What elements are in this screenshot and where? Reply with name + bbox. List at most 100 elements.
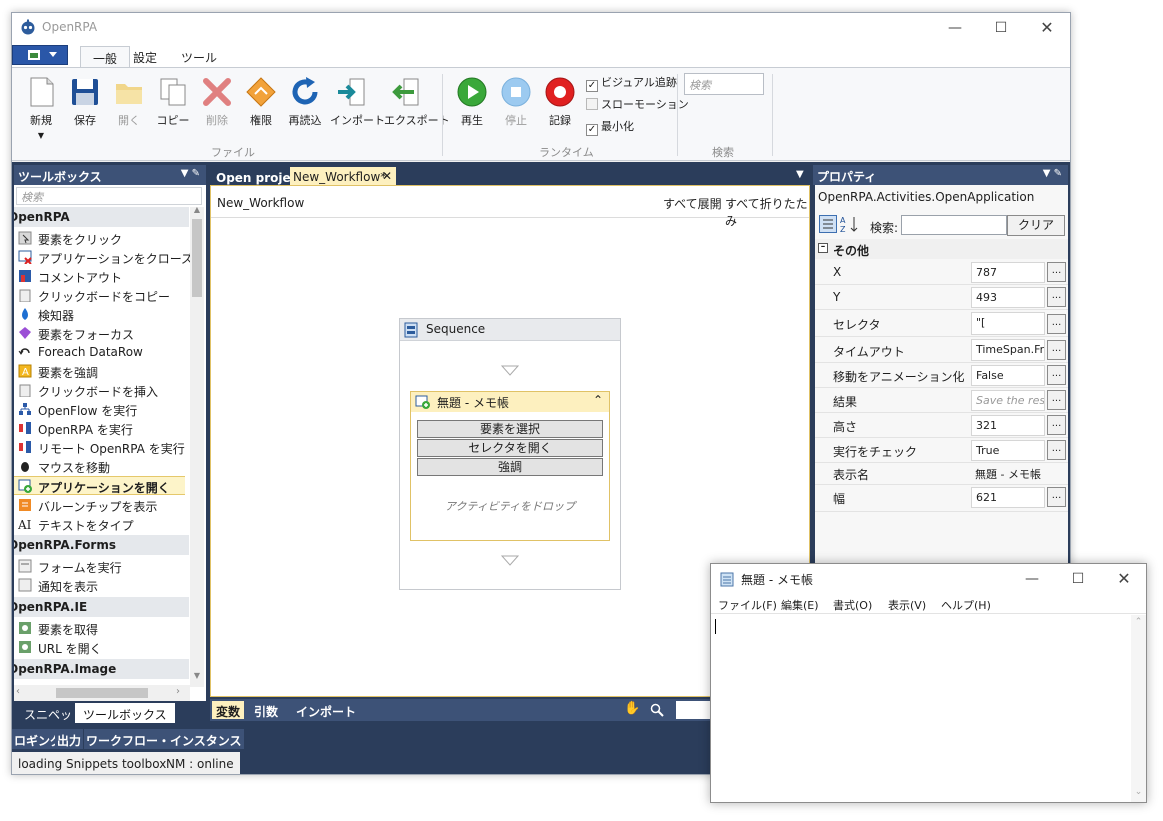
tab-workflow-instances[interactable]: ワークフロー・インスタンス xyxy=(84,729,244,749)
open-selector-button[interactable]: セレクタを開く xyxy=(417,439,603,457)
sequence-activity[interactable]: Sequence 無題 - メモ帳 ⌃ 要素を選択 セレクタを開く 強調 アクテ… xyxy=(399,318,621,590)
open-button[interactable]: 開く xyxy=(107,76,151,128)
toolbox-item[interactable]: 要素をクリック xyxy=(18,229,189,248)
zoom-search-icon[interactable] xyxy=(650,703,664,717)
slow-motion-checkbox[interactable]: スローモーション xyxy=(586,96,689,112)
breadcrumb[interactable]: New_Workflow xyxy=(217,196,304,210)
property-ellipsis-button[interactable]: ... xyxy=(1047,415,1066,435)
category-ie[interactable]: OpenRPA.IE xyxy=(14,597,189,617)
delete-button[interactable]: 削除 xyxy=(195,76,239,128)
toolbox-item[interactable]: 要素をフォーカス xyxy=(18,324,189,343)
toolbox-item[interactable]: OpenRPA を実行 xyxy=(18,419,189,438)
property-value-input[interactable]: 493 xyxy=(971,287,1045,308)
property-ellipsis-button[interactable]: ... xyxy=(1047,262,1066,282)
toolbox-horizontal-scrollbar[interactable]: ‹ › xyxy=(14,685,190,701)
property-value-input[interactable]: 787 xyxy=(971,262,1045,283)
record-button[interactable]: 記録 xyxy=(538,76,582,128)
toolbox-item[interactable]: アプリケーションをクローズ xyxy=(18,248,193,267)
save-button[interactable]: 保存 xyxy=(63,76,107,128)
pin-icon[interactable]: ▼ ✎ xyxy=(181,168,200,179)
toolbox-item[interactable]: 通知を表示 xyxy=(18,576,189,595)
import-button[interactable]: インポート xyxy=(330,76,385,128)
property-ellipsis-button[interactable]: ... xyxy=(1047,365,1066,385)
property-ellipsis-button[interactable]: ... xyxy=(1047,390,1066,410)
property-value-input[interactable]: True xyxy=(971,440,1045,461)
ribbon-search-input[interactable]: 検索 xyxy=(684,73,764,95)
scroll-up-icon[interactable]: ⌃ xyxy=(1131,617,1146,627)
minimize-button[interactable]: — xyxy=(932,13,978,43)
property-value-input[interactable]: False xyxy=(971,365,1045,386)
permission-button[interactable]: 権限 xyxy=(239,76,283,128)
toolbox-item[interactable]: URL を開く xyxy=(18,638,189,657)
close-tab-icon[interactable]: ✕ xyxy=(382,169,392,183)
menu-format[interactable]: 書式(O) xyxy=(833,597,872,613)
scroll-left-icon[interactable]: ‹ xyxy=(16,686,20,697)
visual-tracking-checkbox[interactable]: ✓ ビジュアル追跡 xyxy=(586,74,677,92)
close-button[interactable]: ✕ xyxy=(1024,13,1070,43)
category-forms[interactable]: OpenRPA.Forms xyxy=(14,535,189,555)
open-application-activity[interactable]: 無題 - メモ帳 ⌃ 要素を選択 セレクタを開く 強調 アクティビティをドロップ xyxy=(410,391,610,541)
export-button[interactable]: エクスポート xyxy=(384,76,450,128)
toolbox-item[interactable]: バルーンチップを表示 xyxy=(18,496,189,515)
pan-hand-icon[interactable]: ✋ xyxy=(624,701,640,716)
toolbox-item[interactable]: Foreach DataRow xyxy=(18,343,189,362)
collapse-chevron-icon[interactable]: ⌃ xyxy=(593,393,603,407)
sort-alphabetical-icon[interactable]: AZ xyxy=(840,215,860,233)
tab-settings[interactable]: 設定 xyxy=(121,46,169,68)
menu-help[interactable]: ヘルプ(H) xyxy=(941,597,991,613)
toolbox-item[interactable]: AI テキストをタイプ xyxy=(18,515,189,534)
property-value-input[interactable]: 321 xyxy=(971,415,1045,436)
tab-variables[interactable]: 変数 xyxy=(212,701,244,719)
property-value-input[interactable]: "[ xyxy=(971,312,1045,335)
select-element-button[interactable]: 要素を選択 xyxy=(417,420,603,438)
reload-button[interactable]: 再読込 xyxy=(283,76,327,128)
toolbox-item[interactable]: OpenFlow を実行 xyxy=(18,400,189,419)
collapse-all-link[interactable]: すべて折りたたみ xyxy=(725,195,809,229)
toolbox-item[interactable]: A 要素を強調 xyxy=(18,362,189,381)
minimize-checkbox[interactable]: ✓ 最小化 xyxy=(586,118,634,136)
property-value-input[interactable]: 621 xyxy=(971,487,1045,508)
toolbox-search-input[interactable]: 検索 xyxy=(16,187,202,205)
scroll-down-icon[interactable]: ▼ xyxy=(190,671,204,683)
document-dropdown-icon[interactable]: ▼ xyxy=(796,169,804,180)
maximize-button[interactable]: ☐ xyxy=(978,13,1024,43)
toolbox-vertical-scrollbar[interactable]: ▲ ▼ xyxy=(190,205,204,687)
category-image[interactable]: OpenRPA.Image xyxy=(14,659,189,679)
toolbox-item[interactable]: クリックボードをコピー xyxy=(18,286,189,305)
copy-button[interactable]: コピー xyxy=(151,76,195,128)
property-ellipsis-button[interactable]: ... xyxy=(1047,340,1066,360)
scrollbar-thumb[interactable] xyxy=(56,688,148,698)
scroll-up-icon[interactable]: ▲ xyxy=(190,205,204,217)
category-openrpa[interactable]: OpenRPA xyxy=(14,207,189,227)
tab-toolbox[interactable]: ツールボックス xyxy=(75,703,175,723)
property-value-input[interactable]: Save the res xyxy=(971,390,1045,411)
scrollbar-thumb[interactable] xyxy=(192,219,202,297)
notepad-close-button[interactable]: ✕ xyxy=(1101,564,1147,594)
toolbox-item-selected[interactable]: アプリケーションを開く xyxy=(14,476,185,495)
property-ellipsis-button[interactable]: ... xyxy=(1047,314,1066,334)
menu-view[interactable]: 表示(V) xyxy=(888,597,926,613)
application-menu-button[interactable] xyxy=(12,45,68,65)
notepad-text-area[interactable] xyxy=(711,615,1131,802)
menu-edit[interactable]: 編集(E) xyxy=(781,597,819,613)
tab-new-workflow[interactable]: New_Workflow* ✕ xyxy=(290,167,396,187)
categorized-view-icon[interactable] xyxy=(819,215,837,233)
toolbox-item[interactable]: マウスを移動 xyxy=(18,457,189,476)
tab-arguments[interactable]: 引数 xyxy=(254,703,278,720)
property-section[interactable]: – その他 xyxy=(815,239,1068,259)
highlight-button[interactable]: 強調 xyxy=(417,458,603,476)
toolbox-item[interactable]: コメントアウト xyxy=(18,267,189,286)
notepad-minimize-button[interactable]: — xyxy=(1009,564,1055,594)
tab-output[interactable]: 出力 xyxy=(55,729,84,749)
menu-file[interactable]: ファイル(F) xyxy=(718,597,777,613)
notepad-vertical-scrollbar[interactable]: ⌃ ⌄ xyxy=(1131,615,1146,802)
clear-button[interactable]: クリア xyxy=(1007,215,1065,236)
toolbox-item[interactable]: 検知器 xyxy=(18,305,189,324)
property-search-input[interactable] xyxy=(901,215,1007,235)
toolbox-item[interactable]: 要素を取得 xyxy=(18,619,189,638)
pin-icon[interactable]: ▼ ✎ xyxy=(1043,168,1062,179)
property-ellipsis-button[interactable]: ... xyxy=(1047,487,1066,507)
collapse-minus-icon[interactable]: – xyxy=(818,243,828,253)
scroll-right-icon[interactable]: › xyxy=(176,686,180,697)
property-value-input[interactable]: TimeSpan.Fr xyxy=(971,339,1045,361)
